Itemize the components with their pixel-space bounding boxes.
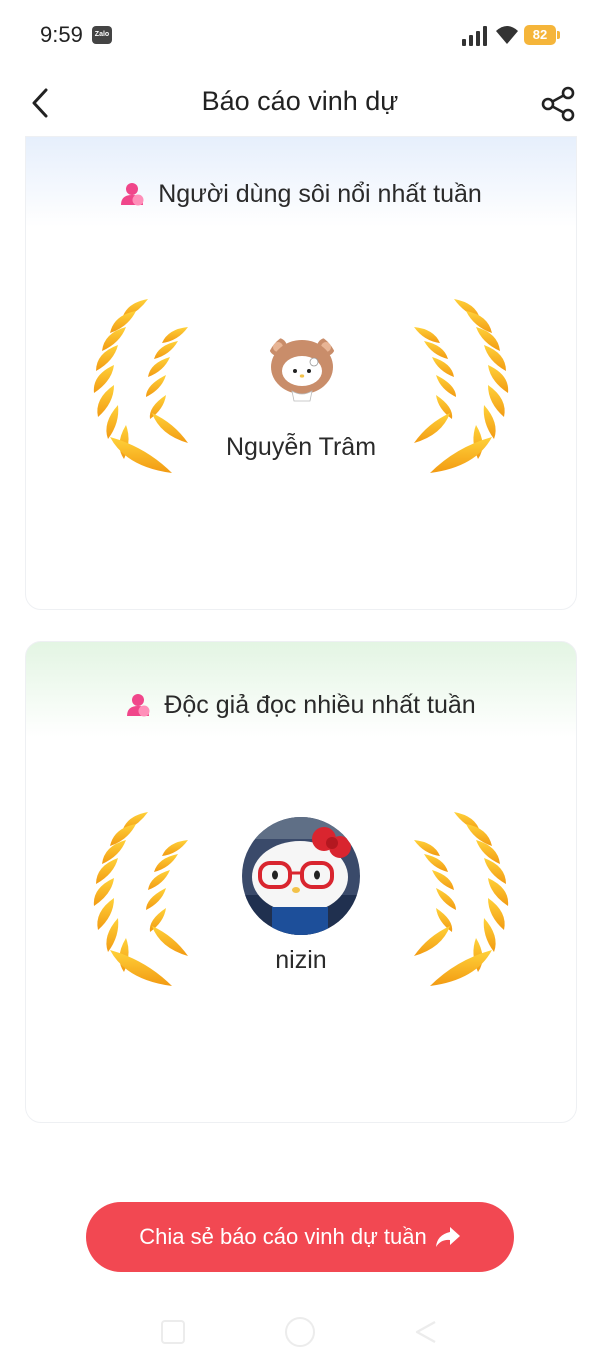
hello-kitty-avatar-image — [242, 817, 360, 935]
user-avatar[interactable] — [266, 331, 338, 403]
card-heading: Độc giả đọc nhiều nhất tuần — [26, 688, 576, 722]
share-weekly-honor-report-button[interactable]: Chia sẻ báo cáo vinh dự tuần — [86, 1202, 514, 1272]
home-button[interactable] — [285, 1317, 315, 1347]
card-heading: Người dùng sôi nổi nhất tuần — [26, 177, 576, 211]
battery-icon: 82 — [524, 25, 556, 45]
card-heading-text: Độc giả đọc nhiều nhất tuần — [164, 690, 476, 719]
battery-tip — [557, 31, 560, 39]
card-heading-text: Người dùng sôi nổi nhất tuần — [158, 179, 482, 208]
top-reader-card: Độc giả đọc nhiều nhất tuần nizin — [25, 641, 577, 1123]
share-arrow-icon — [435, 1227, 460, 1247]
share-weekly-honor-report-label: Chia sẻ báo cáo vinh dự tuần — [139, 1224, 427, 1249]
page: 9:59 Zalo 82 Báo cáo vinh dự Người dùng … — [0, 0, 600, 1367]
status-time: 9:59 — [40, 22, 83, 47]
signal-icon — [462, 26, 487, 46]
zalo-notification-icon: Zalo — [92, 26, 112, 44]
share-icon — [541, 86, 575, 122]
user-icon — [121, 183, 144, 206]
share-button[interactable] — [538, 84, 578, 124]
app-header: Báo cáo vinh dự — [0, 72, 600, 134]
status-bar: 9:59 Zalo 82 — [0, 0, 600, 72]
page-title: Báo cáo vinh dự — [201, 86, 399, 116]
user-name: Nguyễn Trâm — [225, 433, 377, 461]
back-triangle-icon[interactable] — [413, 1320, 439, 1344]
user-icon — [127, 694, 150, 717]
most-active-user-card: Người dùng sôi nổi nhất tuần Nguyễn Trâm — [25, 136, 577, 610]
bear-kitty-avatar-image — [269, 338, 335, 402]
wifi-icon — [496, 26, 518, 44]
user-avatar[interactable] — [242, 817, 360, 935]
recent-apps-button[interactable] — [161, 1320, 185, 1344]
system-navigation-bar — [0, 1300, 600, 1367]
user-name: nizin — [275, 946, 327, 974]
